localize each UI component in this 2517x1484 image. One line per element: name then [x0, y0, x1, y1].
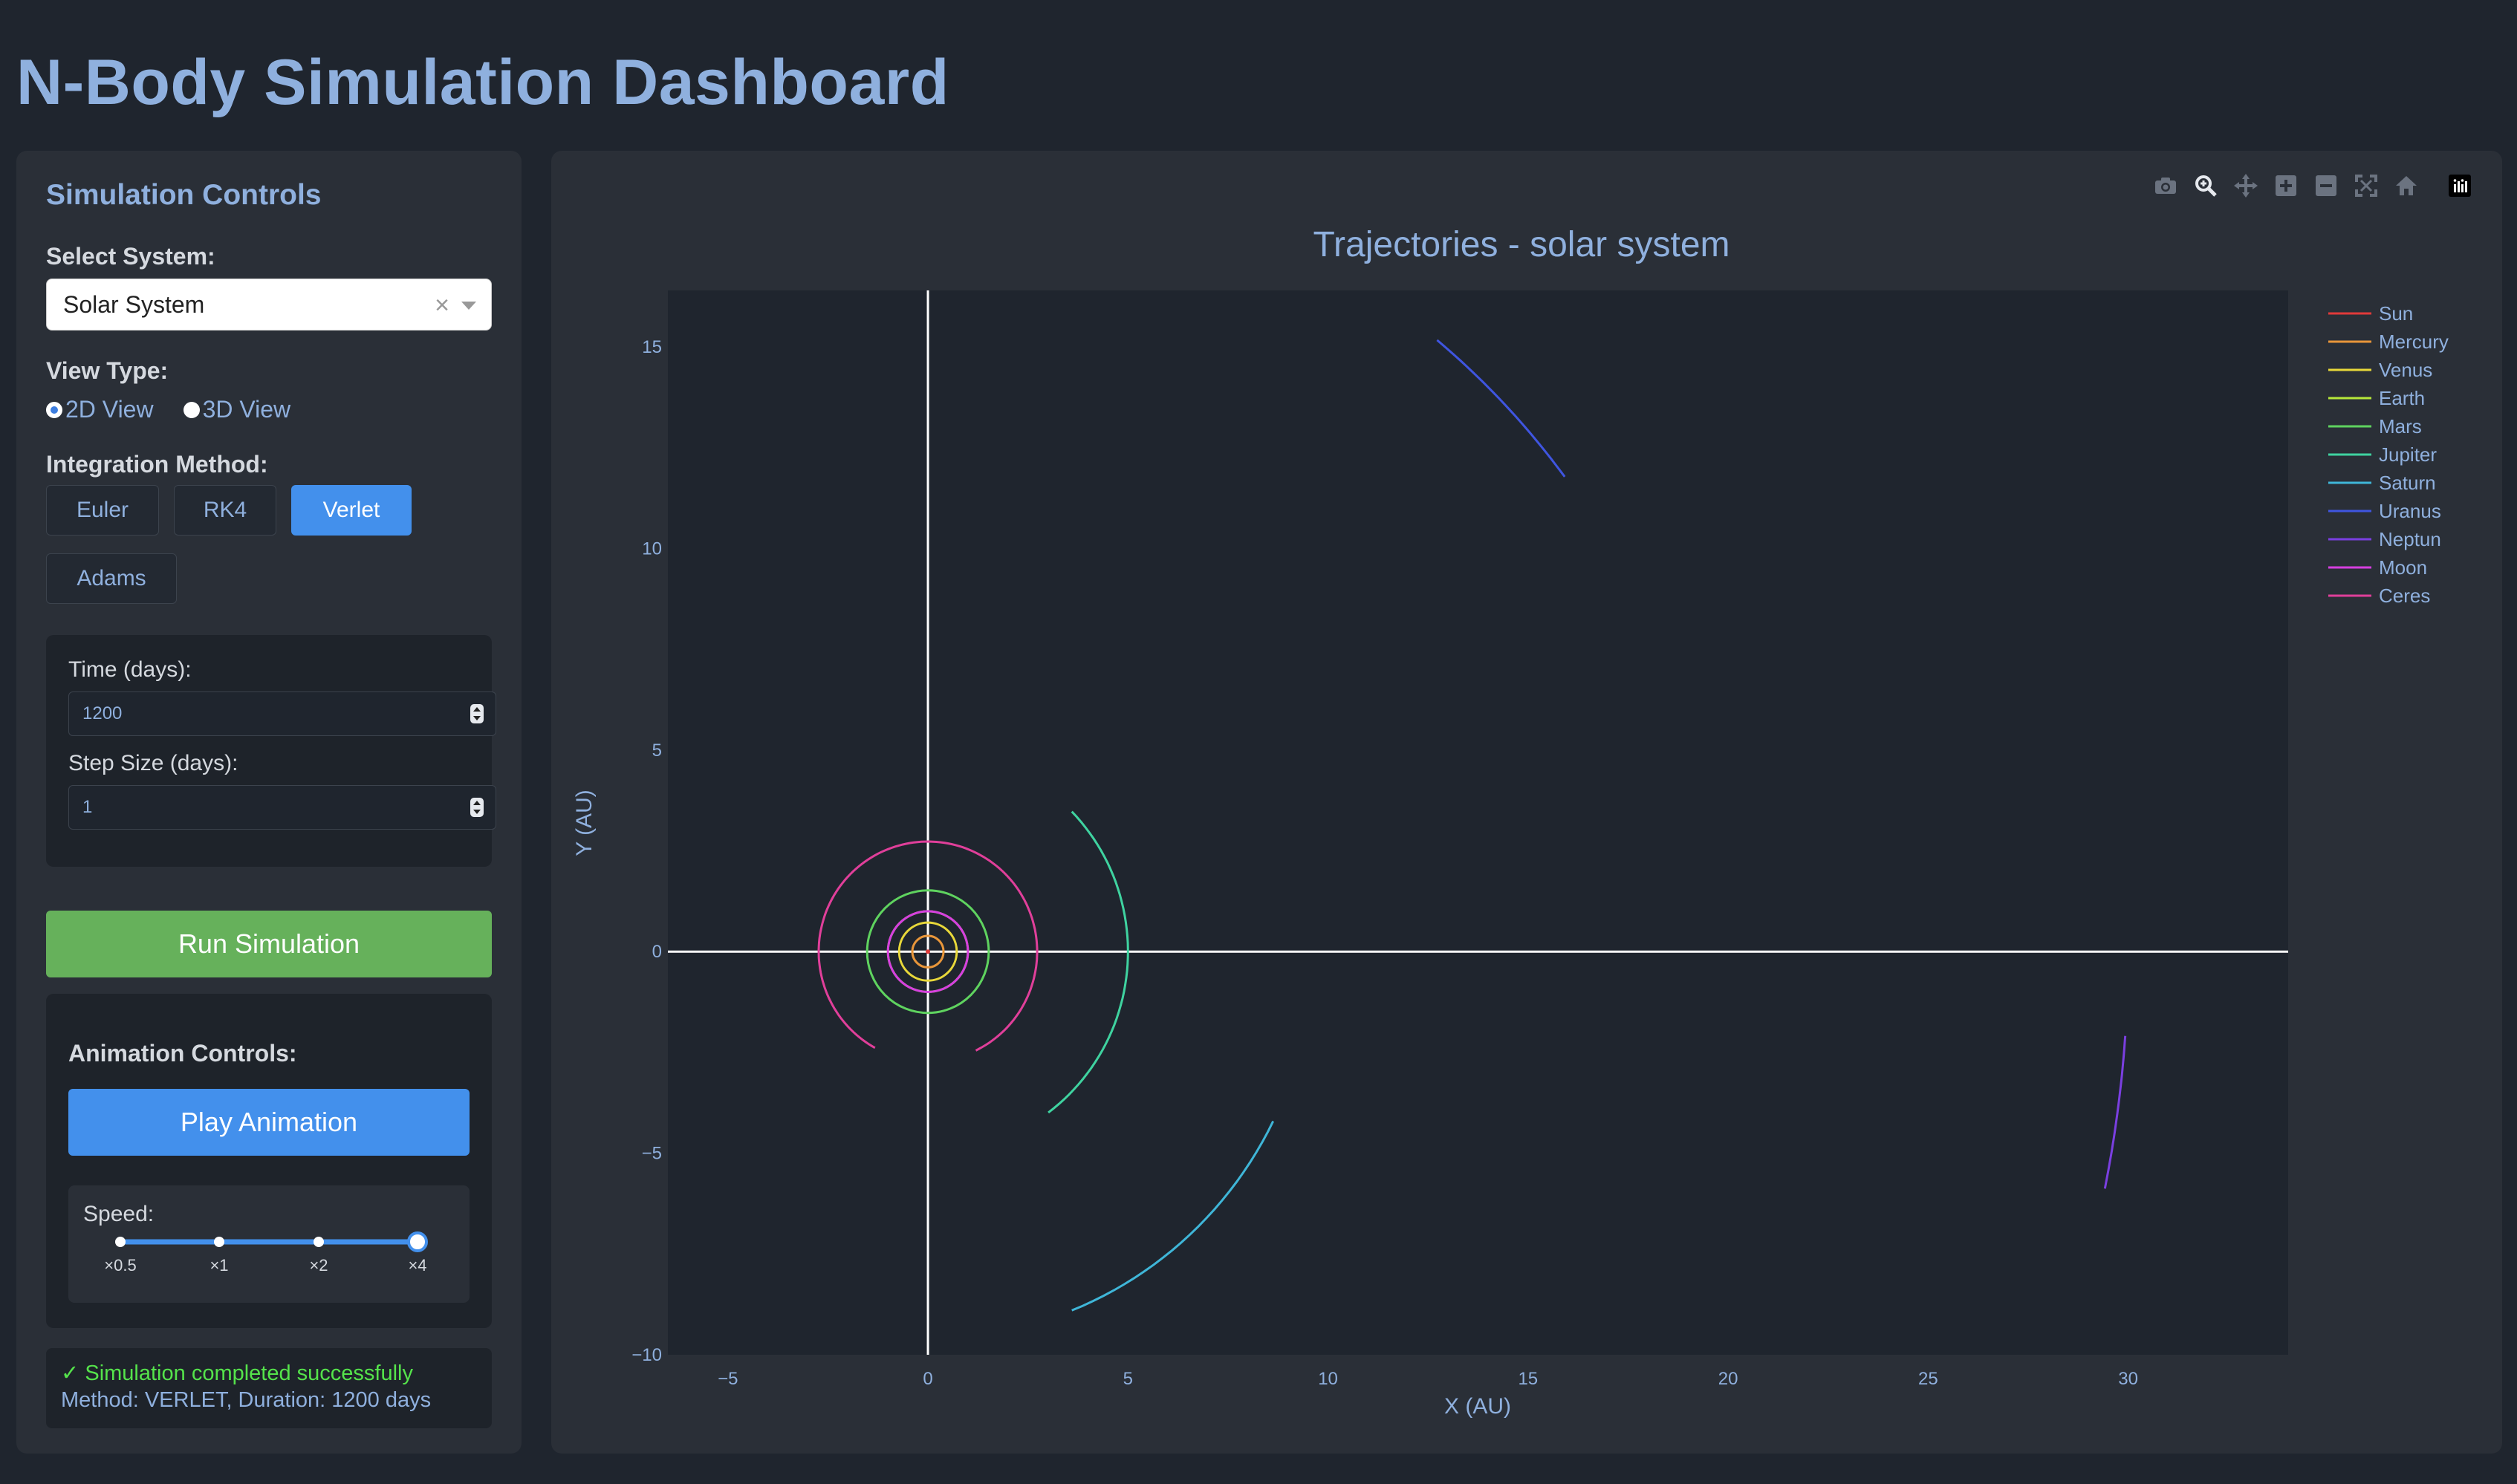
slider-mark-1[interactable] — [214, 1237, 224, 1247]
legend-item-mars[interactable]: Mars — [2379, 415, 2422, 437]
time-settings-panel: Time (days): 1200 Step Size (days): 1 — [46, 635, 496, 867]
simulation-controls-panel: Simulation Controls Select System: Solar… — [16, 151, 522, 1454]
trace-sun[interactable] — [926, 949, 931, 954]
animation-controls-title: Animation Controls: — [68, 1040, 297, 1067]
chevron-down-icon[interactable] — [461, 302, 476, 310]
status-info-text: Method: VERLET, Duration: 1200 days — [61, 1388, 432, 1412]
trajectory-chart[interactable]: Trajectories - solar system −5 0 5 10 15 20 25… — [551, 151, 2502, 1454]
page-title: N-Body Simulation Dashboard — [16, 47, 949, 118]
y-tick-label: 0 — [652, 942, 662, 962]
legend-item-jupiter[interactable]: Jupiter — [2379, 443, 2437, 466]
radio-2d-view[interactable]: 2D View — [46, 396, 154, 423]
time-input[interactable]: 1200 — [68, 691, 496, 736]
spinner-icon[interactable] — [470, 704, 484, 723]
chart-title: Trajectories - solar system — [1313, 225, 1730, 264]
x-tick-label: 15 — [1518, 1369, 1538, 1389]
x-tick-label: 20 — [1718, 1369, 1738, 1389]
legend-item-sun[interactable]: Sun — [2379, 302, 2413, 325]
speed-mark-label: ×1 — [210, 1256, 228, 1275]
legend-item-venus[interactable]: Venus — [2379, 359, 2432, 381]
y-tick-label: −10 — [631, 1345, 662, 1365]
integration-method-label: Integration Method: — [46, 451, 268, 478]
radio-unselected-icon — [183, 401, 200, 418]
speed-control: Speed: ×0.5 ×1 ×2 ×4 — [68, 1185, 470, 1303]
radio-2d-label: 2D View — [65, 396, 154, 423]
status-success-text: ✓ Simulation completed successfully — [61, 1361, 413, 1385]
clear-icon[interactable]: × — [435, 291, 449, 320]
y-tick-label: 15 — [642, 337, 662, 357]
legend: Sun Mercury Venus Earth Mars Jupiter Saturn Ura… — [2328, 302, 2449, 607]
y-tick-label: 10 — [642, 538, 662, 559]
x-axis-title: X (AU) — [1444, 1394, 1511, 1419]
system-select-value: Solar System — [63, 290, 205, 318]
spinner-icon[interactable] — [470, 798, 484, 817]
status-message: ✓ Simulation completed successfully Meth… — [46, 1348, 492, 1428]
time-label: Time (days): — [68, 657, 192, 682]
method-button-adams[interactable]: Adams — [46, 553, 177, 604]
y-tick-label: −5 — [642, 1144, 662, 1164]
speed-mark-label: ×0.5 — [104, 1256, 136, 1275]
method-button-rk4[interactable]: RK4 — [174, 485, 276, 536]
x-tick-label: 10 — [1318, 1369, 1338, 1389]
x-tick-label: 30 — [2118, 1369, 2138, 1389]
slider-handle[interactable] — [407, 1231, 428, 1252]
speed-slider[interactable]: ×0.5 ×1 ×2 ×4 — [68, 1185, 470, 1303]
plot-area[interactable] — [668, 290, 2288, 1355]
speed-mark-label: ×2 — [309, 1256, 328, 1275]
run-simulation-button[interactable]: Run Simulation — [46, 911, 492, 977]
legend-item-earth[interactable]: Earth — [2379, 387, 2425, 409]
view-type-radio-group: 2D View 3D View — [46, 396, 290, 423]
radio-3d-label: 3D View — [202, 396, 291, 423]
y-tick-label: 5 — [652, 741, 662, 761]
slider-mark-2[interactable] — [314, 1237, 324, 1247]
step-size-input-value: 1 — [82, 797, 93, 817]
system-select[interactable]: Solar System × — [46, 279, 492, 331]
radio-3d-view[interactable]: 3D View — [183, 396, 291, 423]
animation-controls-panel: Animation Controls: Play Animation Speed… — [46, 994, 492, 1328]
x-tick-label: −5 — [718, 1369, 738, 1389]
x-tick-label: 0 — [923, 1369, 932, 1389]
legend-item-uranus[interactable]: Uranus — [2379, 500, 2441, 522]
x-tick-label: 5 — [1123, 1369, 1133, 1389]
radio-selected-icon — [46, 401, 62, 418]
legend-item-saturn[interactable]: Saturn — [2379, 472, 2436, 494]
x-tick-label: 25 — [1918, 1369, 1938, 1389]
y-axis-title: Y (AU) — [572, 790, 597, 856]
system-label: Select System: — [46, 243, 215, 270]
time-input-value: 1200 — [82, 703, 123, 723]
controls-title: Simulation Controls — [46, 179, 322, 211]
step-size-input[interactable]: 1 — [68, 785, 496, 830]
method-button-verlet[interactable]: Verlet — [291, 485, 412, 536]
view-type-label: View Type: — [46, 357, 169, 384]
play-animation-button[interactable]: Play Animation — [68, 1089, 470, 1156]
legend-item-neptun[interactable]: Neptun — [2379, 528, 2441, 550]
legend-item-ceres[interactable]: Ceres — [2379, 585, 2430, 607]
legend-item-mercury[interactable]: Mercury — [2379, 331, 2449, 353]
speed-mark-label: ×4 — [408, 1256, 426, 1275]
method-button-euler[interactable]: Euler — [46, 485, 159, 536]
trajectory-plot-card: Trajectories - solar system −5 0 5 10 15 20 25… — [551, 151, 2502, 1454]
slider-mark-0.5[interactable] — [115, 1237, 126, 1247]
legend-item-moon[interactable]: Moon — [2379, 556, 2427, 579]
step-size-label: Step Size (days): — [68, 751, 238, 775]
